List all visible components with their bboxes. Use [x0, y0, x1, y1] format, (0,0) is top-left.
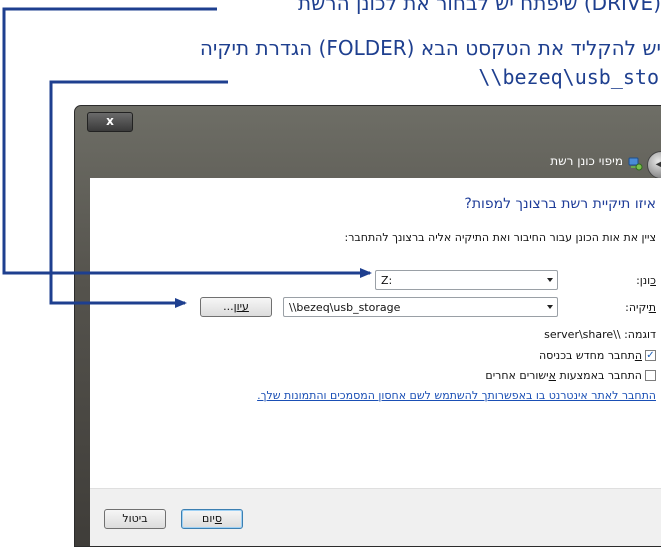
- annotation-arrows: [2, 7, 372, 308]
- folder-arrow: [49, 80, 228, 308]
- drive-arrow: [2, 7, 372, 278]
